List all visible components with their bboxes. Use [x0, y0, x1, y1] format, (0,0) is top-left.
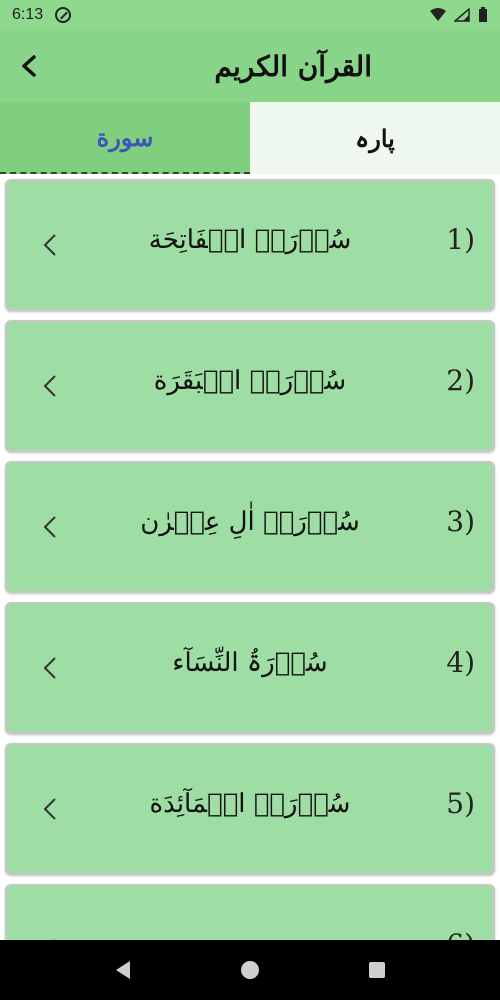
tab-para[interactable]: پارہ — [250, 102, 500, 174]
surah-number: 3) — [446, 505, 475, 538]
triangle-back-icon — [116, 961, 131, 979]
page-title: القرآن الكريم — [214, 49, 372, 83]
do-not-disturb-icon — [55, 7, 72, 23]
surah-number: 2) — [446, 364, 475, 397]
surah-list-item[interactable]: سُوۡرَۃُ النِّسَآء 4) — [5, 602, 495, 734]
square-recents-icon — [368, 962, 385, 978]
system-nav-bar — [0, 940, 500, 1000]
surah-name: سُوۡرَۃُ الۡفَاتِحَة — [148, 225, 352, 255]
status-time: 6:13 — [12, 6, 44, 23]
tab-bar: سورة پارہ — [0, 102, 500, 174]
surah-name: سُوۡرَۃُ اٰلِ عِمۡرٰن — [140, 507, 360, 537]
app-bar: القرآن الكريم — [0, 30, 500, 102]
nav-home-button[interactable] — [235, 955, 265, 985]
status-bar: 6:13 — [0, 0, 500, 30]
surah-list-item[interactable]: سُوۡرَۃُ الۡمَآئِدَة 5) — [5, 743, 495, 875]
surah-name: سُوۡرَۃُ النِّسَآء — [172, 648, 328, 678]
surah-number: 4) — [446, 646, 475, 679]
surah-name: سُوۡرَۃُ الۡمَآئِدَة — [149, 789, 351, 819]
nav-recents-button[interactable] — [362, 955, 392, 985]
chevron-left-icon — [22, 55, 36, 77]
surah-number: 1) — [446, 223, 475, 256]
surah-number: 5) — [446, 787, 475, 820]
surah-list-item[interactable]: سُوۡرَۃُ الۡبَقَرَة 2) — [5, 320, 495, 452]
back-button[interactable] — [0, 30, 60, 102]
circle-home-icon — [240, 961, 259, 979]
surah-list: سُوۡرَۃُ الۡفَاتِحَة 1) سُوۡرَۃُ الۡبَقَ… — [0, 174, 500, 940]
surah-list-item[interactable]: 6) — [5, 884, 495, 940]
surah-name: سُوۡرَۃُ الۡبَقَرَة — [153, 366, 347, 396]
surah-list-item[interactable]: سُوۡرَۃُ اٰلِ عِمۡرٰن 3) — [5, 461, 495, 593]
nav-back-button[interactable] — [108, 955, 138, 985]
tab-surah[interactable]: سورة — [0, 102, 250, 174]
signal-icon — [454, 8, 470, 22]
surah-list-item[interactable]: سُوۡرَۃُ الۡفَاتِحَة 1) — [5, 179, 495, 311]
surah-number: 6) — [446, 928, 475, 940]
battery-icon — [479, 7, 487, 22]
wifi-icon — [430, 8, 446, 21]
